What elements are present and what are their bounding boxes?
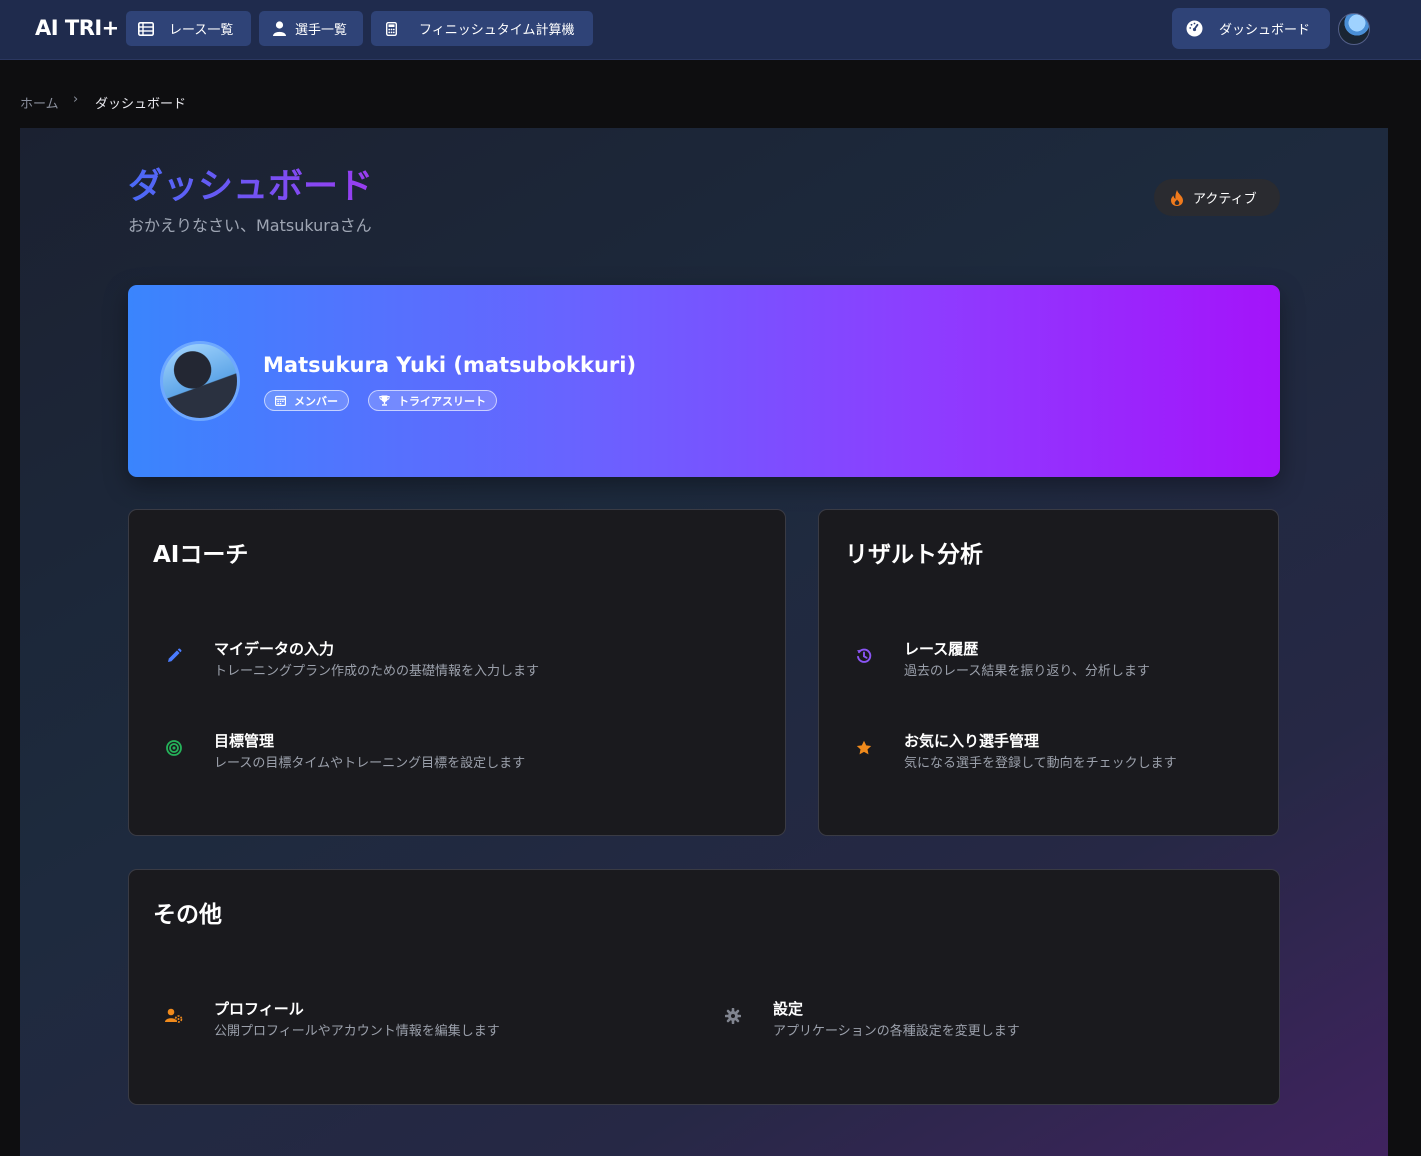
user-gear-icon <box>165 1007 183 1025</box>
result-analysis-card-title: リザルト分析 <box>845 542 983 568</box>
table-list-icon <box>138 21 154 37</box>
profile-item-title: プロフィール <box>214 1000 304 1018</box>
status-badge: アクティブ <box>1154 179 1280 216</box>
ai-coach-card: AIコーチ マイデータの入力 トレーニングプラン作成のための基礎情報を入力します… <box>128 509 786 836</box>
target-icon <box>165 739 183 757</box>
profile-item[interactable]: プロフィール 公開プロフィールやアカウント情報を編集します <box>165 998 685 1044</box>
page-title: ダッシュボード <box>128 158 373 209</box>
top-navbar: AI TRI+ レース一覧 選手一覧 フィニッシュタイム計算機 ダッシュボード <box>0 0 1421 60</box>
my-data-input-desc: トレーニングプラン作成のための基礎情報を入力します <box>214 664 540 679</box>
dashboard-main: ダッシュボード おかえりなさい、Matsukuraさん アクティブ Matsuk… <box>20 128 1388 1156</box>
settings-item-desc: アプリケーションの各種設定を変更します <box>773 1024 1020 1039</box>
race-history-desc: 過去のレース結果を振り返り、分析します <box>904 664 1150 679</box>
status-badge-label: アクティブ <box>1193 192 1257 207</box>
profile-item-desc: 公開プロフィールやアカウント情報を編集します <box>214 1024 500 1039</box>
ai-coach-card-title: AIコーチ <box>153 542 249 568</box>
breadcrumb-separator: › <box>73 92 79 107</box>
triathlete-chip-label: トライアスリート <box>398 394 486 408</box>
nav-race-list-button[interactable]: レース一覧 <box>126 11 251 46</box>
fire-icon <box>1171 189 1185 206</box>
result-analysis-card: リザルト分析 レース履歴 過去のレース結果を振り返り、分析します お気に入り選手… <box>818 509 1279 836</box>
breadcrumb-current: ダッシュボード <box>95 97 187 112</box>
welcome-subtitle: おかえりなさい、Matsukuraさん <box>128 216 372 235</box>
triathlete-chip: トライアスリート <box>368 390 497 411</box>
nav-finish-time-calculator-label: フィニッシュタイム計算機 <box>419 23 575 38</box>
race-history-title: レース履歴 <box>904 640 979 658</box>
breadcrumb-home-link[interactable]: ホーム <box>20 93 59 112</box>
pencil-icon <box>165 647 183 665</box>
nav-athlete-list-label: 選手一覧 <box>295 23 348 38</box>
settings-item-title: 設定 <box>773 1000 804 1018</box>
favorite-athletes-title: お気に入り選手管理 <box>904 732 1040 750</box>
nav-dashboard-label: ダッシュボード <box>1219 23 1311 38</box>
nav-athlete-list-button[interactable]: 選手一覧 <box>259 11 363 46</box>
favorite-athletes-item[interactable]: お気に入り選手管理 気になる選手を登録して動向をチェックします <box>855 730 1255 776</box>
calculator-icon <box>383 21 399 37</box>
profile-banner: Matsukura Yuki (matsubokkuri) メンバー トライアス… <box>128 285 1280 477</box>
my-data-input-item[interactable]: マイデータの入力 トレーニングプラン作成のための基礎情報を入力します <box>165 638 745 684</box>
calendar-icon <box>275 395 286 406</box>
other-card: その他 プロフィール 公開プロフィールやアカウント情報を編集します 設定 アプリ… <box>128 869 1280 1105</box>
other-card-title: その他 <box>153 902 222 928</box>
nav-finish-time-calculator-button[interactable]: フィニッシュタイム計算機 <box>371 11 593 46</box>
gear-icon <box>724 1007 742 1025</box>
profile-name: Matsukura Yuki (matsubokkuri) <box>263 353 637 377</box>
nav-race-list-label: レース一覧 <box>169 23 234 38</box>
user-avatar[interactable] <box>1338 13 1370 45</box>
nav-dashboard-button[interactable]: ダッシュボード <box>1172 8 1330 49</box>
settings-item[interactable]: 設定 アプリケーションの各種設定を変更します <box>724 998 1244 1044</box>
trophy-icon <box>379 395 390 406</box>
goal-management-item[interactable]: 目標管理 レースの目標タイムやトレーニング目標を設定します <box>165 730 745 776</box>
race-history-item[interactable]: レース履歴 過去のレース結果を振り返り、分析します <box>855 638 1255 684</box>
member-chip: メンバー <box>264 390 349 411</box>
brand-logo[interactable]: AI TRI+ <box>35 16 119 40</box>
favorite-athletes-desc: 気になる選手を登録して動向をチェックします <box>904 756 1177 771</box>
goal-management-title: 目標管理 <box>214 732 275 750</box>
gauge-icon <box>1186 20 1203 37</box>
star-icon <box>855 739 873 757</box>
goal-management-desc: レースの目標タイムやトレーニング目標を設定します <box>214 756 526 771</box>
member-chip-label: メンバー <box>294 394 338 408</box>
my-data-input-title: マイデータの入力 <box>214 640 335 658</box>
user-icon <box>271 21 287 37</box>
history-icon <box>855 647 873 665</box>
profile-avatar[interactable] <box>160 341 240 421</box>
